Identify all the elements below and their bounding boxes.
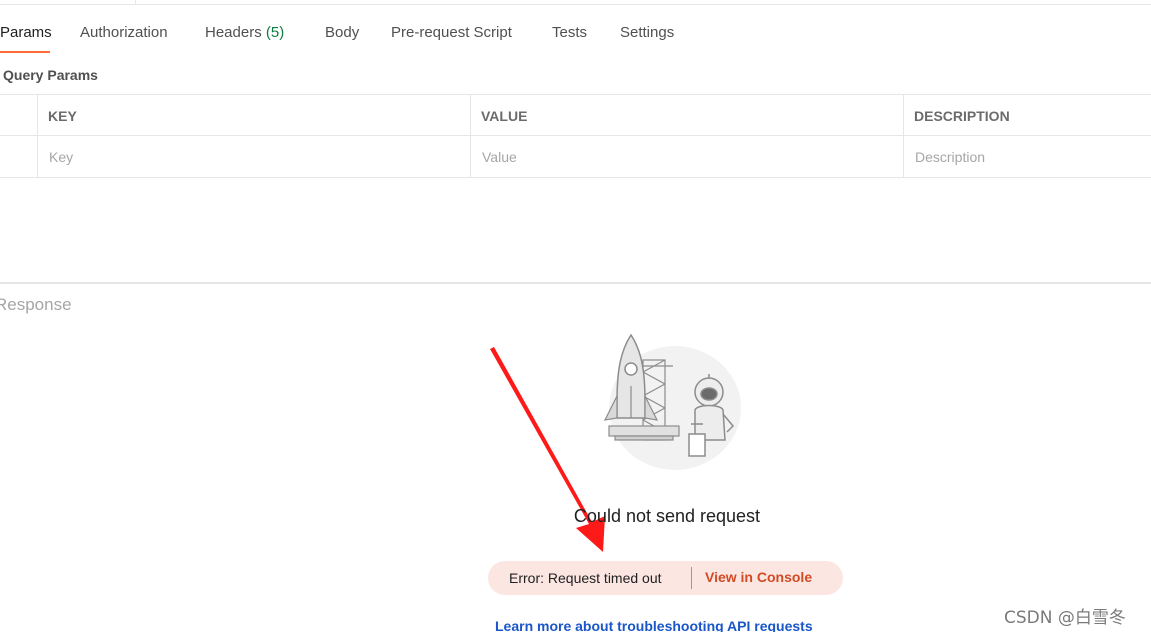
tab-pre-request-script[interactable]: Pre-request Script — [391, 24, 512, 41]
key-input[interactable] — [49, 137, 464, 177]
banner-separator — [691, 567, 692, 589]
tab-authorization[interactable]: Authorization — [80, 24, 168, 41]
description-input[interactable] — [915, 137, 1145, 177]
tab-body[interactable]: Body — [325, 24, 359, 41]
response-section-label: Response — [0, 295, 72, 314]
table-header-row: KEY VALUE DESCRIPTION — [0, 94, 1151, 137]
value-cell — [482, 136, 897, 178]
table-row — [0, 136, 1151, 178]
watermark: CSDN @白雪冬 — [1004, 608, 1126, 628]
tab-headers[interactable]: Headers (5) — [205, 24, 284, 41]
troubleshooting-link[interactable]: Learn more about troubleshooting API req… — [495, 618, 813, 632]
postman-request-panel: Params Authorization Headers (5) Body Pr… — [0, 0, 1151, 632]
launch-pad-icon — [608, 425, 680, 441]
tab-params[interactable]: Params — [0, 24, 52, 41]
column-header-description: DESCRIPTION — [914, 108, 1010, 124]
query-params-title: Query Params — [3, 67, 98, 83]
tab-tests[interactable]: Tests — [552, 24, 587, 41]
key-cell — [49, 136, 464, 178]
error-banner: Error: Request timed out View in Console — [488, 561, 843, 595]
tab-headers-label: Headers — [205, 24, 262, 41]
active-tab-indicator — [0, 51, 50, 53]
column-header-value: VALUE — [481, 108, 528, 124]
description-cell — [915, 136, 1145, 178]
view-in-console-button[interactable]: View in Console — [705, 569, 812, 585]
rocket-astronaut-illustration — [585, 330, 750, 475]
query-params-table: KEY VALUE DESCRIPTION — [0, 94, 1151, 178]
top-border — [0, 0, 1151, 5]
headers-count-badge: (5) — [265, 24, 285, 41]
pane-resize-divider[interactable] — [0, 282, 1151, 284]
error-message: Error: Request timed out — [509, 570, 662, 586]
column-header-key: KEY — [48, 108, 77, 124]
value-input[interactable] — [482, 137, 897, 177]
error-title: Could not send request — [573, 506, 761, 526]
tab-settings[interactable]: Settings — [620, 24, 674, 41]
